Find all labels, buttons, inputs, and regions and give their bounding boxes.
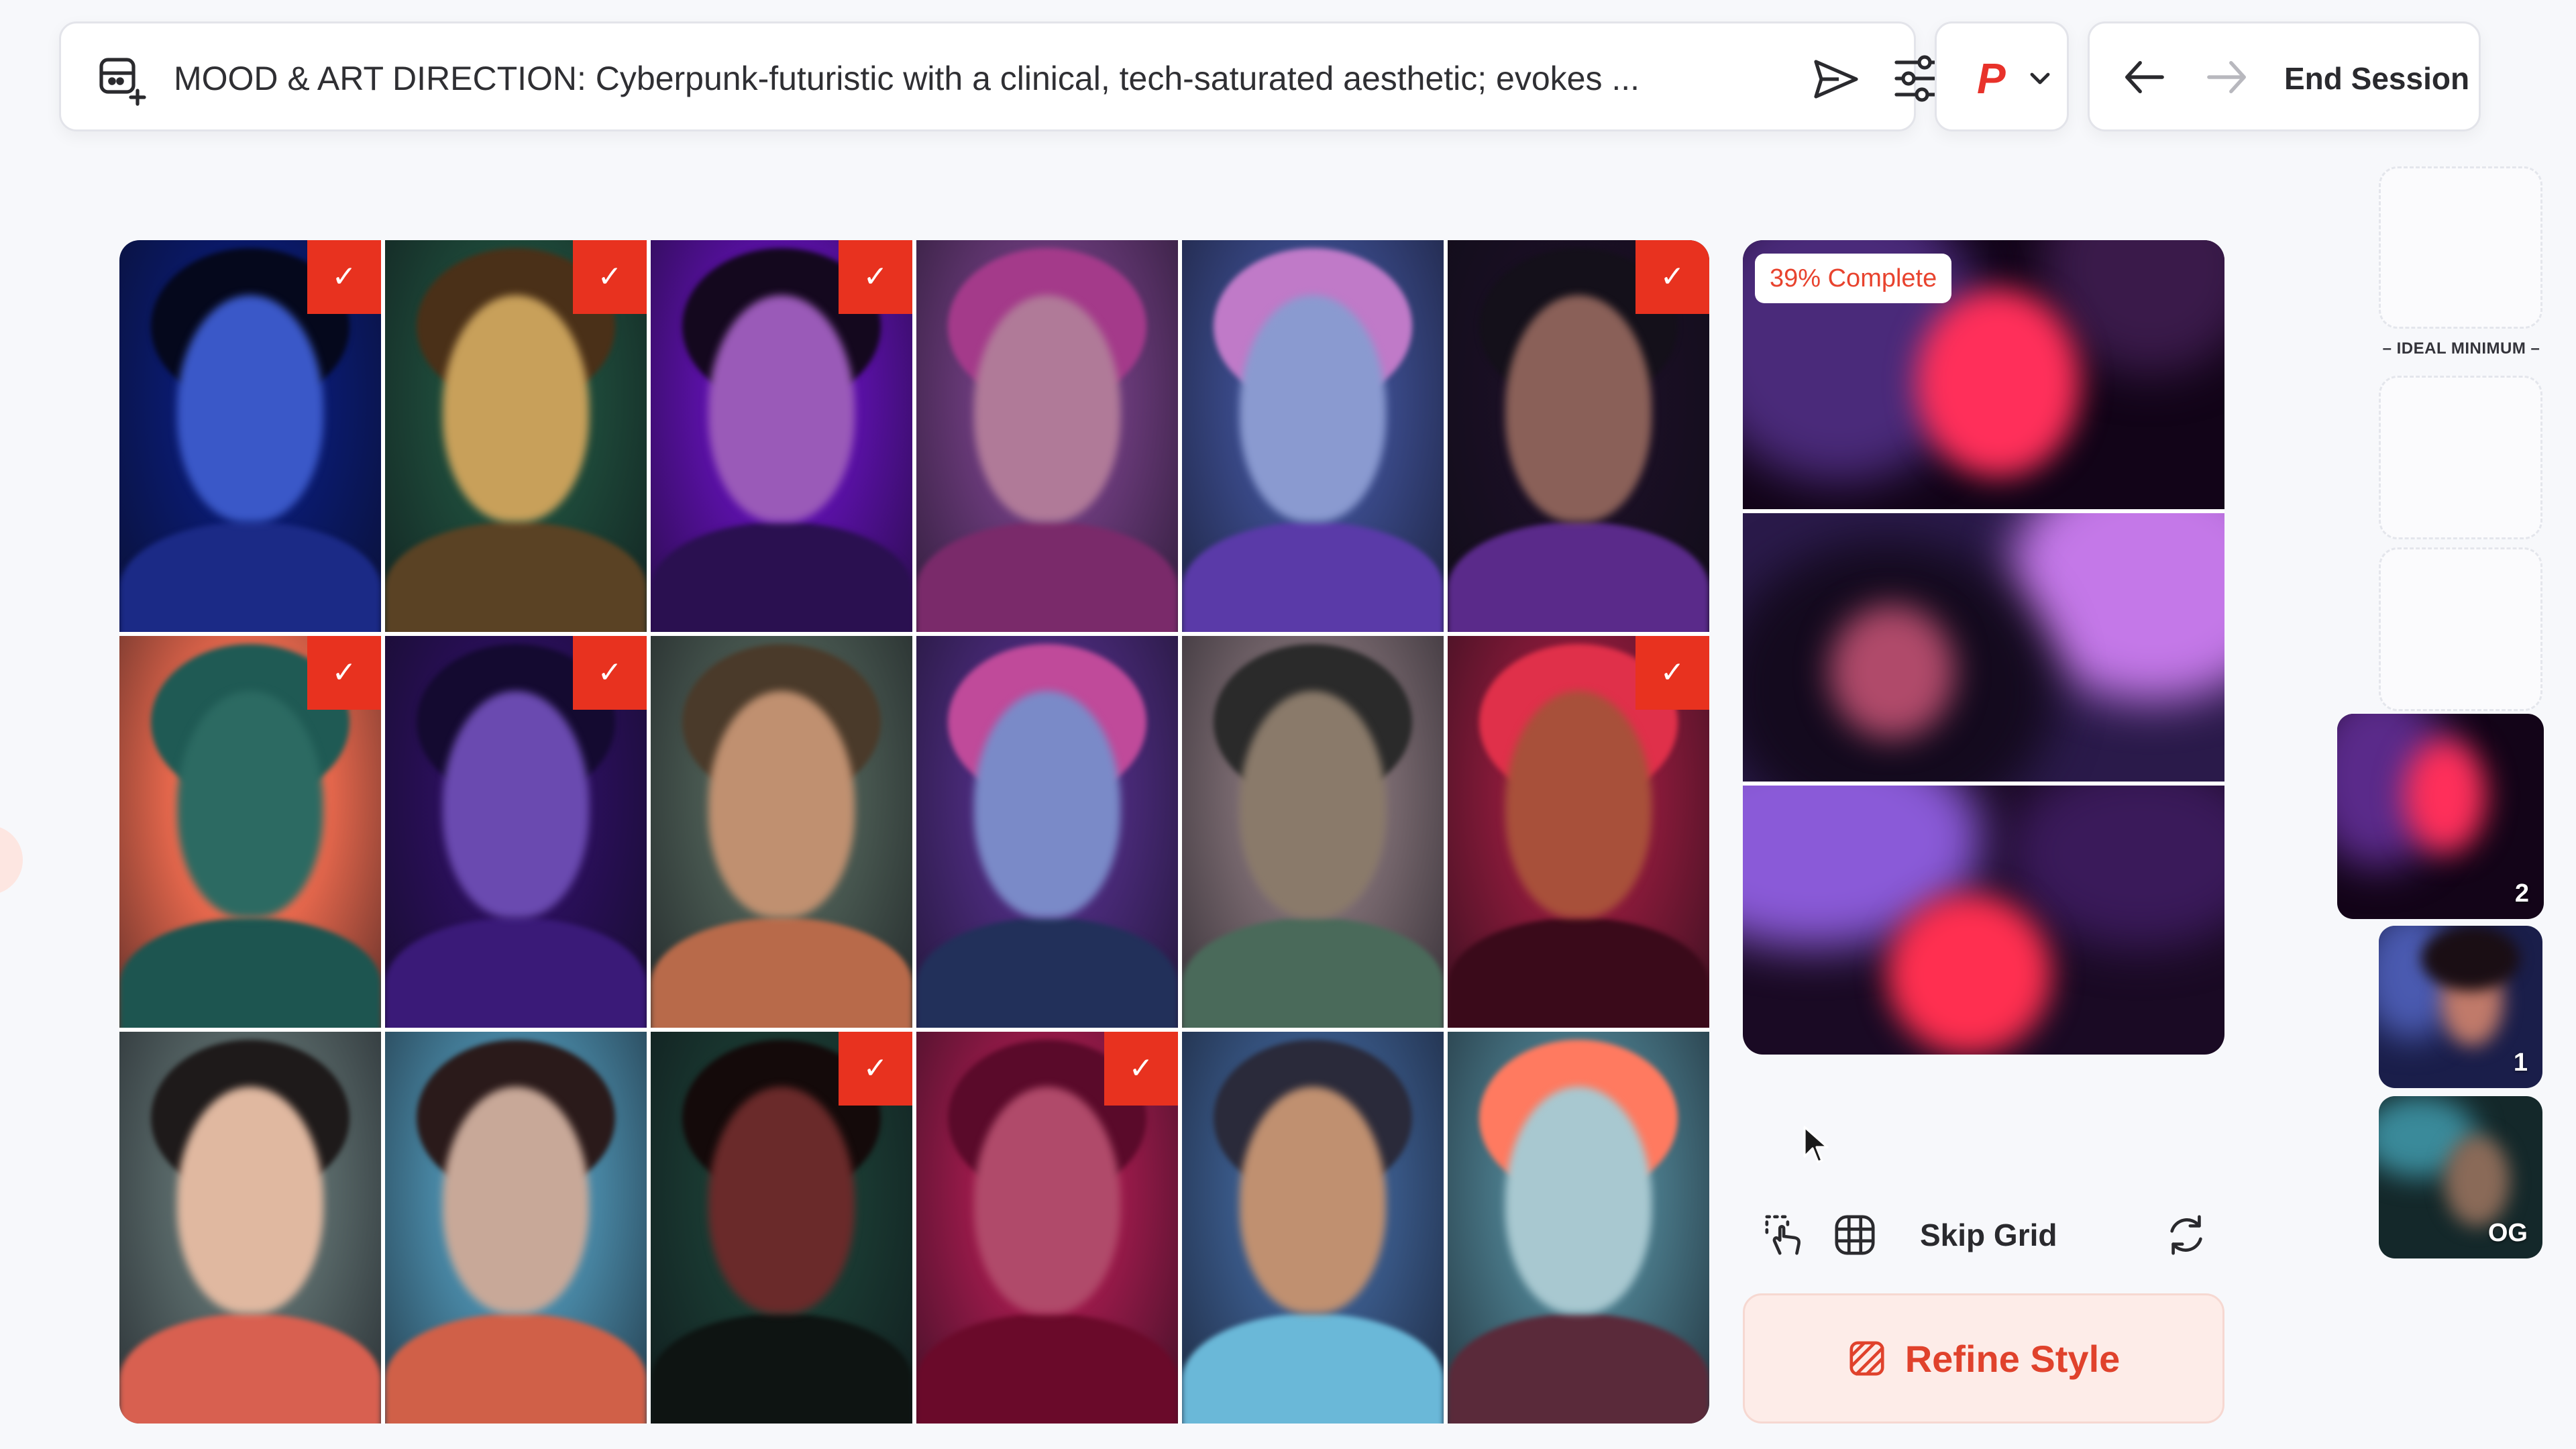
refine-style-button[interactable]: Refine Style [1743,1293,2224,1424]
grid-image-tile[interactable] [916,636,1178,1028]
portrait-face [708,690,855,918]
version-thumb[interactable]: OG [2379,1096,2542,1258]
grid-image-tile[interactable] [385,1032,647,1424]
sliders-icon[interactable] [1892,53,1941,104]
portrait-face [176,690,324,918]
empty-slot [2379,166,2542,329]
portrait-shoulders [1448,1313,1709,1424]
checkmark-icon[interactable]: ✓ [307,240,381,314]
checkmark-icon[interactable]: ✓ [839,240,912,314]
grid-image-tile[interactable]: ✓ [1448,636,1709,1028]
portrait-shoulders [385,522,647,632]
grid-image-tile[interactable]: ✓ [385,636,647,1028]
version-label: 1 [2513,1049,2528,1077]
portrait-shoulders [119,522,381,632]
arrow-right-icon[interactable] [2206,60,2248,95]
checkmark-icon[interactable]: ✓ [839,1032,912,1106]
prompt-input[interactable]: MOOD & ART DIRECTION: Cyberpunk-futurist… [174,23,1730,133]
preview-frame [1743,513,2224,782]
portrait-face [973,294,1121,523]
tap-select-icon[interactable] [1763,1213,1807,1257]
portrait-shoulders [1448,522,1709,632]
portrait-shoulders [119,1313,381,1424]
portrait-shoulders [1182,918,1444,1028]
portrait-shoulders [916,918,1178,1028]
grid-image-tile[interactable]: ✓ [119,636,381,1028]
grid-image-tile[interactable]: ✓ [1448,240,1709,632]
model-logo: P [1977,54,2006,103]
end-session-button[interactable]: End Session [2284,23,2469,133]
grid-image-tile[interactable] [1448,1032,1709,1424]
grid-image-tile[interactable]: ✓ [916,1032,1178,1424]
grid-image-tile[interactable] [119,1032,381,1424]
portrait-shoulders [385,1313,647,1424]
image-grid: ✓ ✓ ✓ ✓ ✓ ✓ ✓ ✓ ✓ [119,240,1709,1424]
new-canvas-icon[interactable] [95,53,148,107]
portrait-shoulders [916,522,1178,632]
session-nav: End Session [2088,21,2481,131]
grid-image-tile[interactable] [1182,1032,1444,1424]
style-pattern-icon [1849,1341,1884,1376]
portrait-shoulders [651,522,912,632]
portrait-shoulders [916,1313,1178,1424]
checkmark-icon[interactable]: ✓ [1635,240,1709,314]
preview-frame [1743,786,2224,1055]
portrait-face [1239,1086,1387,1314]
portrait-shoulders [1448,918,1709,1028]
mouse-cursor-icon [1803,1126,1829,1163]
send-icon[interactable] [1812,57,1860,101]
portrait-face [442,294,590,523]
grid-icon[interactable] [1833,1213,1877,1257]
portrait-face [176,294,324,523]
grid-image-tile[interactable] [1182,240,1444,632]
portrait-face [973,1086,1121,1314]
chevron-down-icon [2030,72,2050,85]
refine-style-label: Refine Style [1904,1337,2121,1380]
grid-image-tile[interactable]: ✓ [385,240,647,632]
portrait-shoulders [385,918,647,1028]
model-selector[interactable]: P [1935,21,2069,131]
portrait-face [1239,690,1387,918]
checkmark-icon[interactable]: ✓ [1104,1032,1178,1106]
generation-preview [1743,240,2224,1055]
portrait-face [1239,294,1387,523]
grid-image-tile[interactable]: ✓ [119,240,381,632]
version-label: OG [2487,1219,2528,1247]
version-thumb[interactable]: 2 [2337,714,2544,919]
refresh-icon[interactable] [2164,1213,2208,1257]
portrait-face [1505,1086,1652,1314]
checkmark-icon[interactable]: ✓ [573,636,647,710]
prompt-bar: MOOD & ART DIRECTION: Cyberpunk-futurist… [59,21,1939,133]
portrait-face [1505,690,1652,918]
skip-grid-button[interactable]: Skip Grid [1920,1212,2057,1258]
grid-image-tile[interactable] [1182,636,1444,1028]
grid-image-tile[interactable]: ✓ [651,1032,912,1424]
portrait-face [708,1086,855,1314]
empty-slot [2379,376,2542,539]
empty-slot [2379,547,2542,711]
arrow-left-icon[interactable] [2123,60,2165,95]
portrait-face [1505,294,1652,523]
collapsed-panel-handle[interactable] [0,825,23,895]
checkmark-icon[interactable]: ✓ [307,636,381,710]
portrait-shoulders [1182,1313,1444,1424]
portrait-shoulders [119,918,381,1028]
grid-image-tile[interactable]: ✓ [651,240,912,632]
portrait-shoulders [651,1313,912,1424]
progress-badge: 39% Complete [1755,254,1952,303]
version-thumb[interactable]: 1 [2379,926,2542,1088]
portrait-face [708,294,855,523]
version-label: 2 [2514,879,2529,908]
portrait-face [973,690,1121,918]
portrait-face [442,1086,590,1314]
checkmark-icon[interactable]: ✓ [573,240,647,314]
grid-image-tile[interactable] [651,636,912,1028]
checkmark-icon[interactable]: ✓ [1635,636,1709,710]
portrait-shoulders [651,918,912,1028]
portrait-face [176,1086,324,1314]
portrait-face [442,690,590,918]
ideal-minimum-label: – IDEAL MINIMUM – [2382,339,2540,358]
grid-image-tile[interactable] [916,240,1178,632]
portrait-shoulders [1182,522,1444,632]
